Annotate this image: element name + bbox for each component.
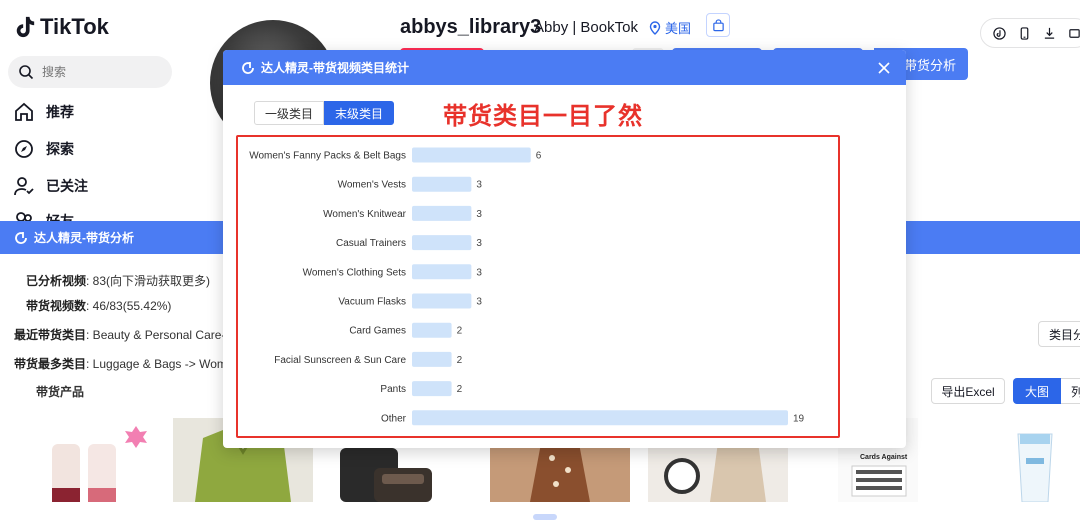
close-icon [878, 62, 890, 74]
lip-tint-product-image [52, 426, 147, 502]
analysis-panel-title: 达人精灵-带货分析 [34, 231, 134, 245]
profile-display-name: Abby | BookTok [534, 19, 638, 36]
list-view-button[interactable]: 列 [1061, 378, 1080, 404]
category-label: Pants [380, 384, 406, 395]
category-stats-modal: 达人精灵-带货视频类目统计 一级类目 末级类目 带货类目一目了然 Women's… [223, 50, 906, 448]
top-category-line: 带货最多类目: Luggage & Bags -> Women [14, 355, 223, 372]
download-icon[interactable] [1043, 27, 1056, 40]
nav-item-foryou[interactable]: 推荐 [14, 102, 74, 122]
info-label: 带货视频数 [26, 299, 87, 313]
daren-logo-icon [15, 231, 27, 244]
bar-value-label: 2 [457, 355, 463, 366]
category-bar[interactable] [412, 205, 472, 221]
bar-value-label: 6 [536, 151, 542, 162]
category-button[interactable]: 类目分 [1038, 321, 1080, 347]
analyzed-videos-line: 已分析视频: 83(向下滑动获取更多) [26, 272, 210, 289]
category-level-tabs: 一级类目 末级类目 [254, 101, 394, 125]
category-bar[interactable] [412, 293, 472, 309]
nav-label: 已关注 [46, 178, 88, 194]
profile-location: 美国 [648, 18, 691, 37]
nav-label: 推荐 [46, 104, 74, 120]
bar-value-label: 2 [457, 326, 463, 337]
category-bar-chart: Women's Fanny Packs & Belt Bags 6 Women's … [249, 147, 805, 426]
tab-last-level-category[interactable]: 末级类目 [324, 101, 394, 125]
following-icon [14, 177, 34, 196]
brand-name: TikTok [40, 14, 109, 39]
tiktok-circle-icon[interactable] [993, 26, 1006, 40]
category-bar[interactable] [412, 410, 788, 426]
category-label: Card Games [349, 326, 406, 337]
info-label: 已分析视频 [26, 274, 87, 288]
daren-logo-icon [242, 61, 254, 74]
top-toolbar [980, 18, 1080, 48]
category-bar[interactable] [412, 235, 472, 251]
category-bar[interactable] [412, 264, 472, 280]
modal-title: 达人精灵-带货视频类目统计 [261, 61, 409, 75]
modal-close-button[interactable] [875, 59, 893, 77]
sunscreen-product-image [1017, 433, 1053, 502]
product-thumbnail[interactable] [1000, 418, 1080, 502]
tiktok-logo[interactable]: TikTok [14, 14, 109, 40]
info-value: : Luggage & Bags -> Women [86, 357, 223, 371]
sales-videos-line: 带货视频数: 46/83(55.42%) [26, 297, 171, 314]
category-label: Vacuum Flasks [338, 297, 406, 308]
category-bar[interactable] [412, 176, 472, 192]
home-icon [15, 102, 33, 121]
category-label: Women's Knitwear [323, 209, 407, 220]
category-label: Other [381, 413, 407, 424]
nav-item-following[interactable]: 已关注 [14, 176, 88, 196]
product-thumbnail[interactable] [48, 418, 148, 502]
nav-item-friends[interactable]: 好友 [14, 211, 74, 221]
friends-icon [16, 212, 32, 221]
category-bar[interactable] [412, 147, 531, 163]
bar-value-label: 2 [457, 384, 463, 395]
category-bar[interactable] [412, 322, 452, 338]
bar-value-label: 3 [476, 238, 482, 249]
info-value: : 83(向下滑动获取更多) [86, 274, 211, 288]
category-bar[interactable] [412, 381, 452, 397]
nav-label: 探索 [46, 141, 74, 157]
location-text: 美国 [665, 21, 692, 36]
category-label: Casual Trainers [336, 238, 406, 249]
tab-first-level-category[interactable]: 一级类目 [254, 101, 324, 125]
export-excel-button[interactable]: 导出Excel [931, 378, 1005, 404]
products-label: 带货产品 [36, 385, 85, 399]
category-label: Women's Vests [338, 180, 406, 191]
info-value: : Beauty & Personal Care->M [86, 328, 223, 342]
profile-username: abbys_library3 [400, 16, 542, 38]
nav-label: 好友 [46, 213, 74, 221]
shop-button[interactable] [706, 13, 730, 37]
scroll-indicator[interactable] [533, 514, 557, 520]
search-box[interactable] [8, 56, 172, 88]
nav-item-explore[interactable]: 探索 [14, 139, 74, 159]
search-input[interactable] [42, 65, 152, 79]
bar-value-label: 3 [476, 209, 482, 220]
recent-category-line: 最近带货类目: Beauty & Personal Care->M [14, 326, 223, 343]
more-icon[interactable] [1068, 27, 1080, 40]
search-icon [19, 65, 34, 80]
info-value: : 46/83(55.42%) [86, 299, 172, 313]
bar-value-label: 3 [476, 297, 482, 308]
category-label: Women's Fanny Packs & Belt Bags [249, 151, 406, 162]
info-label: 带货最多类目 [14, 357, 87, 371]
compass-icon [15, 140, 33, 158]
bar-value-label: 3 [476, 180, 482, 191]
info-label: 最近带货类目 [14, 328, 87, 342]
bar-value-label: 19 [793, 413, 805, 424]
category-label: Women's Clothing Sets [303, 267, 406, 278]
big-view-button[interactable]: 大图 [1013, 378, 1061, 404]
shopping-bag-icon [712, 18, 724, 31]
category-label: Facial Sunscreen & Sun Care [274, 355, 406, 366]
annotation-text: 带货类目一目了然 [443, 103, 643, 130]
location-pin-icon [649, 20, 661, 35]
modal-header: 达人精灵-带货视频类目统计 [223, 50, 906, 85]
mobile-icon[interactable] [1018, 26, 1031, 40]
card-game-box-text: Cards Against [860, 454, 908, 461]
tiktok-logo-icon [16, 16, 35, 38]
category-bar[interactable] [412, 351, 452, 367]
bar-value-label: 3 [476, 267, 482, 278]
